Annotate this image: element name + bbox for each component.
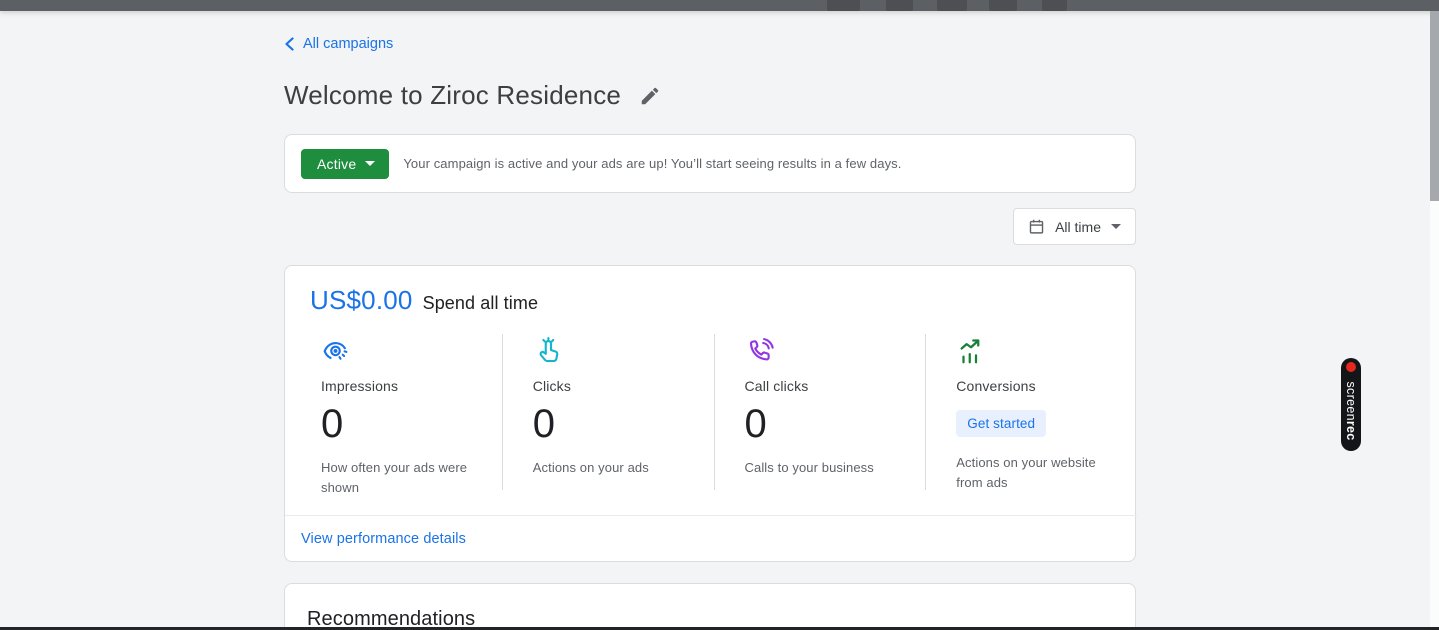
calendar-icon	[1028, 218, 1045, 235]
page-title: Welcome to Ziroc Residence	[284, 80, 621, 111]
metric-description: How often your ads were shown	[321, 458, 483, 497]
scrollbar-thumb[interactable]	[1430, 11, 1439, 201]
click-hand-icon	[533, 336, 698, 366]
metric-conversions: Conversions Get started Actions on your …	[925, 334, 1137, 490]
browser-top-edge	[0, 0, 1439, 11]
date-range-label: All time	[1055, 219, 1101, 235]
metric-description: Actions on your ads	[533, 458, 695, 478]
metric-value: 0	[321, 404, 486, 444]
browser-tab-remnant	[827, 0, 860, 11]
breadcrumb-label: All campaigns	[303, 36, 393, 52]
pencil-icon	[639, 85, 661, 107]
metric-label: Conversions	[956, 378, 1121, 394]
chevron-down-icon	[365, 161, 375, 166]
metric-label: Call clicks	[745, 378, 910, 394]
performance-summary-card: US$0.00 Spend all time	[284, 265, 1136, 562]
google-ads-overview-screen: All campaigns Welcome to Ziroc Residence…	[0, 0, 1439, 630]
metrics-row: Impressions 0 How often your ads were sh…	[285, 334, 1137, 490]
metric-label: Clicks	[533, 378, 698, 394]
scrollbar-track[interactable]	[1430, 11, 1439, 627]
browser-tab-remnant	[886, 0, 913, 11]
spend-value: US$0.00	[310, 285, 413, 316]
record-dot-icon	[1346, 362, 1356, 372]
metric-call-clicks: Call clicks 0 Calls to your business	[714, 334, 926, 490]
browser-tab-remnant	[989, 0, 1017, 11]
metric-description: Calls to your business	[745, 458, 907, 478]
status-message: Your campaign is active and your ads are…	[403, 156, 901, 171]
view-performance-details-link[interactable]: View performance details	[301, 531, 466, 547]
metric-value: 0	[533, 404, 698, 444]
chart-growth-icon	[956, 336, 1121, 366]
metric-value: 0	[745, 404, 910, 444]
metric-label: Impressions	[321, 378, 486, 394]
screenrec-watermark: screenrec	[1341, 358, 1361, 451]
eye-icon	[321, 336, 486, 366]
recommendations-card: Recommendations	[284, 583, 1136, 630]
get-started-chip[interactable]: Get started	[956, 410, 1046, 437]
edit-campaign-name-button[interactable]	[637, 83, 663, 109]
chevron-down-icon	[1111, 224, 1121, 229]
status-button-label: Active	[317, 156, 356, 172]
screenrec-logo-text: screenrec	[1344, 382, 1358, 441]
campaign-status-button[interactable]: Active	[301, 149, 389, 179]
chevron-left-icon	[284, 37, 295, 51]
phone-call-icon	[745, 336, 910, 366]
breadcrumb-all-campaigns[interactable]: All campaigns	[284, 36, 393, 52]
date-range-selector[interactable]: All time	[1013, 208, 1136, 245]
browser-tab-remnant	[937, 0, 967, 11]
metric-description: Actions on your website from ads	[956, 453, 1118, 492]
campaign-status-card: Active Your campaign is active and your …	[284, 134, 1136, 193]
browser-tab-remnant	[1042, 0, 1067, 11]
spend-label: Spend all time	[423, 293, 538, 314]
metric-clicks: Clicks 0 Actions on your ads	[502, 334, 714, 490]
metric-impressions: Impressions 0 How often your ads were sh…	[285, 334, 502, 490]
